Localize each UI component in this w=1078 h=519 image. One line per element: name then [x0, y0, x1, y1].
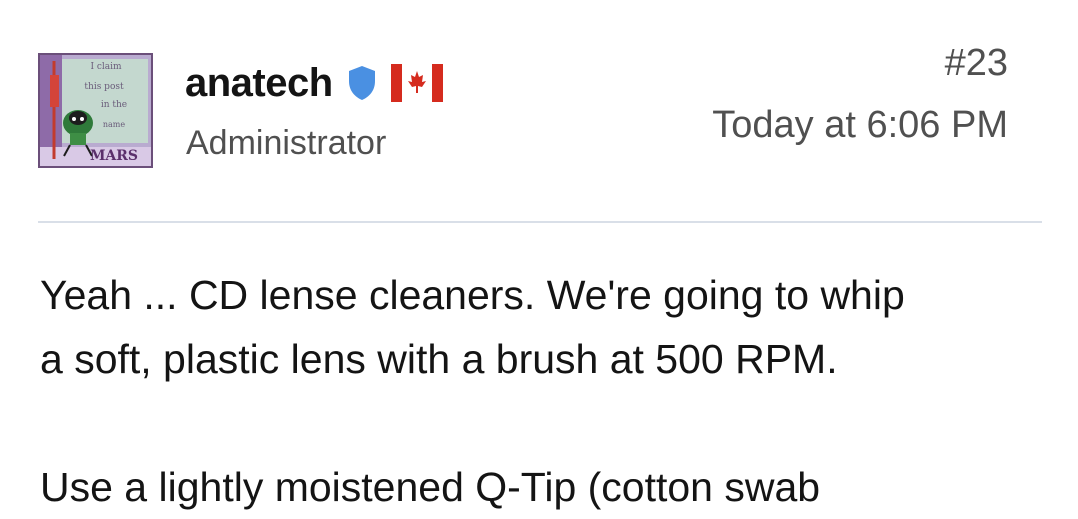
avatar-text-5: MARS	[90, 148, 138, 164]
avatar-image: I claim this post in the name MARS	[40, 55, 151, 166]
avatar-text-4: name	[103, 120, 126, 129]
post-date[interactable]: Today at 6:06 PM	[712, 104, 1008, 147]
user-avatar[interactable]: I claim this post in the name MARS	[38, 53, 153, 168]
post-body: Yeah ... CD lense cleaners. We're going …	[40, 263, 1060, 519]
forum-post: I claim this post in the name MARS anate…	[0, 0, 1078, 510]
post-body-line: Yeah ... CD lense cleaners. We're going …	[40, 272, 905, 318]
username-link[interactable]: anatech	[185, 61, 333, 106]
post-body-line: a soft, plastic lens with a brush at 500…	[40, 336, 838, 382]
avatar-text-2: this post	[84, 82, 124, 92]
post-body-line: Use a lightly moistened Q-Tip (cotton sw…	[40, 464, 821, 510]
post-number-link[interactable]: #23	[945, 42, 1008, 85]
avatar-text-3: in the	[101, 100, 127, 110]
username-row: anatech	[185, 58, 443, 108]
canada-flag-icon	[390, 64, 443, 102]
user-title: Administrator	[186, 124, 387, 162]
divider	[38, 221, 1042, 223]
avatar-text-1: I claim	[90, 62, 122, 72]
shield-icon	[347, 65, 377, 101]
